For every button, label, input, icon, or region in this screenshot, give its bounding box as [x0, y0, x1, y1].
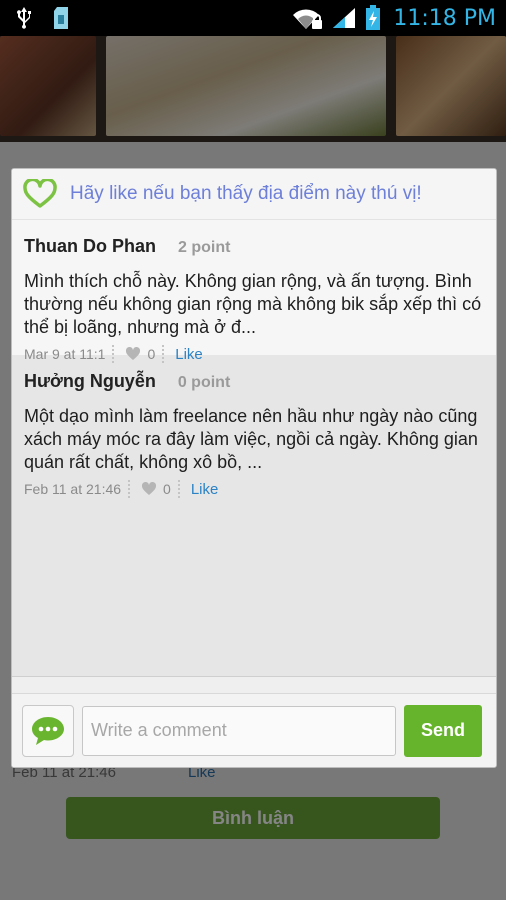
dialog-title: Hãy like nếu bạn thấy địa điểm này thú v… [70, 183, 422, 204]
comment-list-empty-area [12, 505, 496, 677]
comment-item: Hưởng Nguyễn 0 point Một dạo mình làm fr… [12, 355, 496, 505]
comment-compose-bar: Send [12, 693, 496, 767]
divider [177, 480, 184, 498]
like-count: 0 [163, 481, 171, 497]
heart-icon[interactable] [125, 347, 141, 361]
heart-outline-icon[interactable] [22, 179, 58, 209]
comment-author[interactable]: Thuan Do Phan [24, 236, 156, 257]
chat-button[interactable] [22, 704, 74, 757]
like-count: 0 [147, 346, 156, 362]
usb-icon [14, 6, 34, 30]
sd-card-icon [52, 6, 70, 30]
heart-icon[interactable] [141, 482, 157, 496]
comment-item: Thuan Do Phan 2 point Mình thích chỗ này… [12, 220, 496, 363]
comments-dialog: Hãy like nếu bạn thấy địa điểm này thú v… [11, 168, 497, 768]
like-link[interactable]: Like [191, 481, 219, 498]
comment-text: Một dạo mình làm freelance nên hầu như n… [24, 406, 478, 472]
signal-icon [331, 6, 357, 30]
status-bar: 11:18 PM [0, 0, 506, 36]
chat-bubble-icon [30, 715, 66, 747]
comment-date: Feb 11 at 21:46 [24, 481, 122, 497]
divider [112, 345, 118, 363]
divider [128, 480, 134, 498]
battery-charging-icon [365, 5, 381, 31]
wifi-lock-icon [291, 6, 323, 30]
comment-points: 2 point [178, 239, 231, 256]
comment-points: 0 point [177, 374, 231, 391]
send-button[interactable]: Send [404, 704, 482, 757]
divider [162, 345, 168, 363]
comment-input[interactable] [82, 705, 396, 756]
comment-date: Mar 9 at 11:1 [24, 346, 106, 362]
comment-text: Mình thích chỗ này. Không gian rộng, và … [24, 271, 482, 337]
comment-author[interactable]: Hưởng Nguyễn [24, 371, 156, 392]
dialog-header: Hãy like nếu bạn thấy địa điểm này thú v… [12, 169, 496, 220]
like-link[interactable]: Like [175, 346, 203, 363]
clock: 11:18 PM [393, 5, 496, 31]
